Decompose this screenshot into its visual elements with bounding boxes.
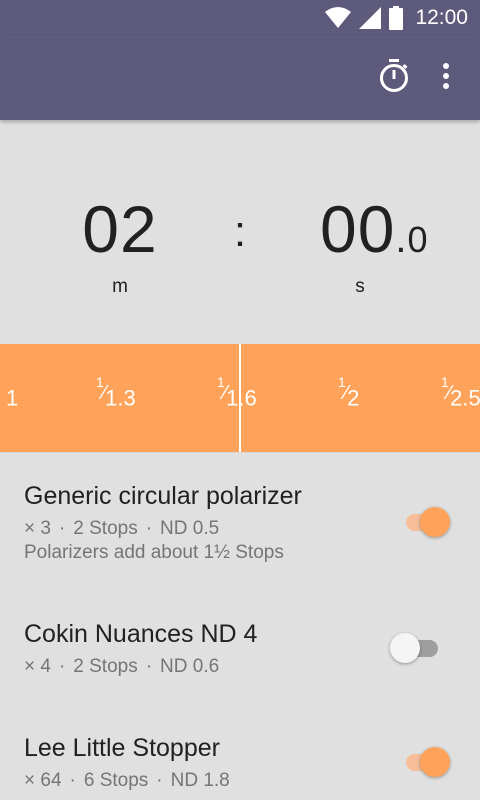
aperture-stop: 1 (6, 385, 19, 411)
filter-meta: × 4 · 2 Stops · ND 0.6 (24, 656, 220, 677)
decimal-point: . (395, 217, 408, 261)
filter-meta: × 3 · 2 Stops · ND 0.5 (24, 518, 220, 539)
minutes-value[interactable]: 02 (0, 196, 240, 262)
seconds-unit-label: s (355, 276, 365, 297)
signal-icon (359, 7, 382, 29)
timer-button[interactable] (366, 50, 422, 106)
filter-toggle[interactable] (390, 630, 446, 666)
filter-name: Cokin Nuances ND 4 (24, 620, 258, 648)
aperture-stop: 1⁄2 (338, 374, 360, 411)
status-bar: 12:00 (0, 0, 480, 36)
filter-nd: ND 1.8 (170, 770, 230, 791)
filter-name: Lee Little Stopper (24, 734, 220, 762)
seconds-fraction: 0 (407, 219, 429, 260)
filter-factor: × 3 (24, 518, 51, 539)
filter-toggle[interactable] (398, 744, 454, 780)
timer-icon (378, 58, 410, 98)
filter-toggle[interactable] (398, 504, 454, 540)
wifi-icon (325, 7, 352, 29)
filter-factor: × 4 (24, 656, 51, 677)
filter-stops: 2 Stops (73, 518, 138, 539)
list-item[interactable]: Cokin Nuances ND 4 × 4 · 2 Stops · ND 0.6 (0, 588, 480, 702)
list-item[interactable]: Generic circular polarizer × 3 · 2 Stops · N… (0, 454, 480, 588)
timer-display: 02 m : 00.0 s (0, 120, 480, 344)
filter-nd: ND 0.5 (160, 518, 220, 539)
status-time: 12:00 (415, 6, 468, 29)
filter-nd: ND 0.6 (160, 656, 220, 677)
aperture-scale[interactable]: 1 1⁄1.3 1⁄1.6 1⁄2 1⁄2.5 (0, 344, 480, 453)
filter-note: Polarizers add about 1½ Stops (24, 542, 284, 563)
battery-icon (389, 6, 404, 30)
filter-name: Generic circular polarizer (24, 482, 302, 510)
minutes-unit-label: m (112, 276, 128, 297)
list-item[interactable]: Lee Little Stopper × 64 · 6 Stops · ND 1.8 (0, 702, 480, 800)
aperture-indicator-line (239, 344, 241, 452)
filter-factor: × 64 (24, 770, 62, 791)
seconds-value: 00 (320, 192, 396, 266)
more-options-icon (442, 62, 450, 95)
filter-stops: 2 Stops (73, 656, 138, 677)
aperture-stop: 1⁄1.6 (217, 374, 257, 411)
aperture-stop: 1⁄1.3 (96, 374, 136, 411)
time-separator: : (233, 207, 247, 256)
seconds-value-group[interactable]: 00.0 (320, 196, 429, 262)
more-options-button[interactable] (422, 50, 470, 106)
filter-list: Generic circular polarizer × 3 · 2 Stops · N… (0, 454, 480, 800)
app-bar (0, 36, 480, 120)
aperture-stop: 1⁄2.5 (441, 374, 480, 411)
filter-stops: 6 Stops (83, 770, 149, 791)
filter-meta: × 64 · 6 Stops · ND 1.8 (24, 770, 230, 791)
